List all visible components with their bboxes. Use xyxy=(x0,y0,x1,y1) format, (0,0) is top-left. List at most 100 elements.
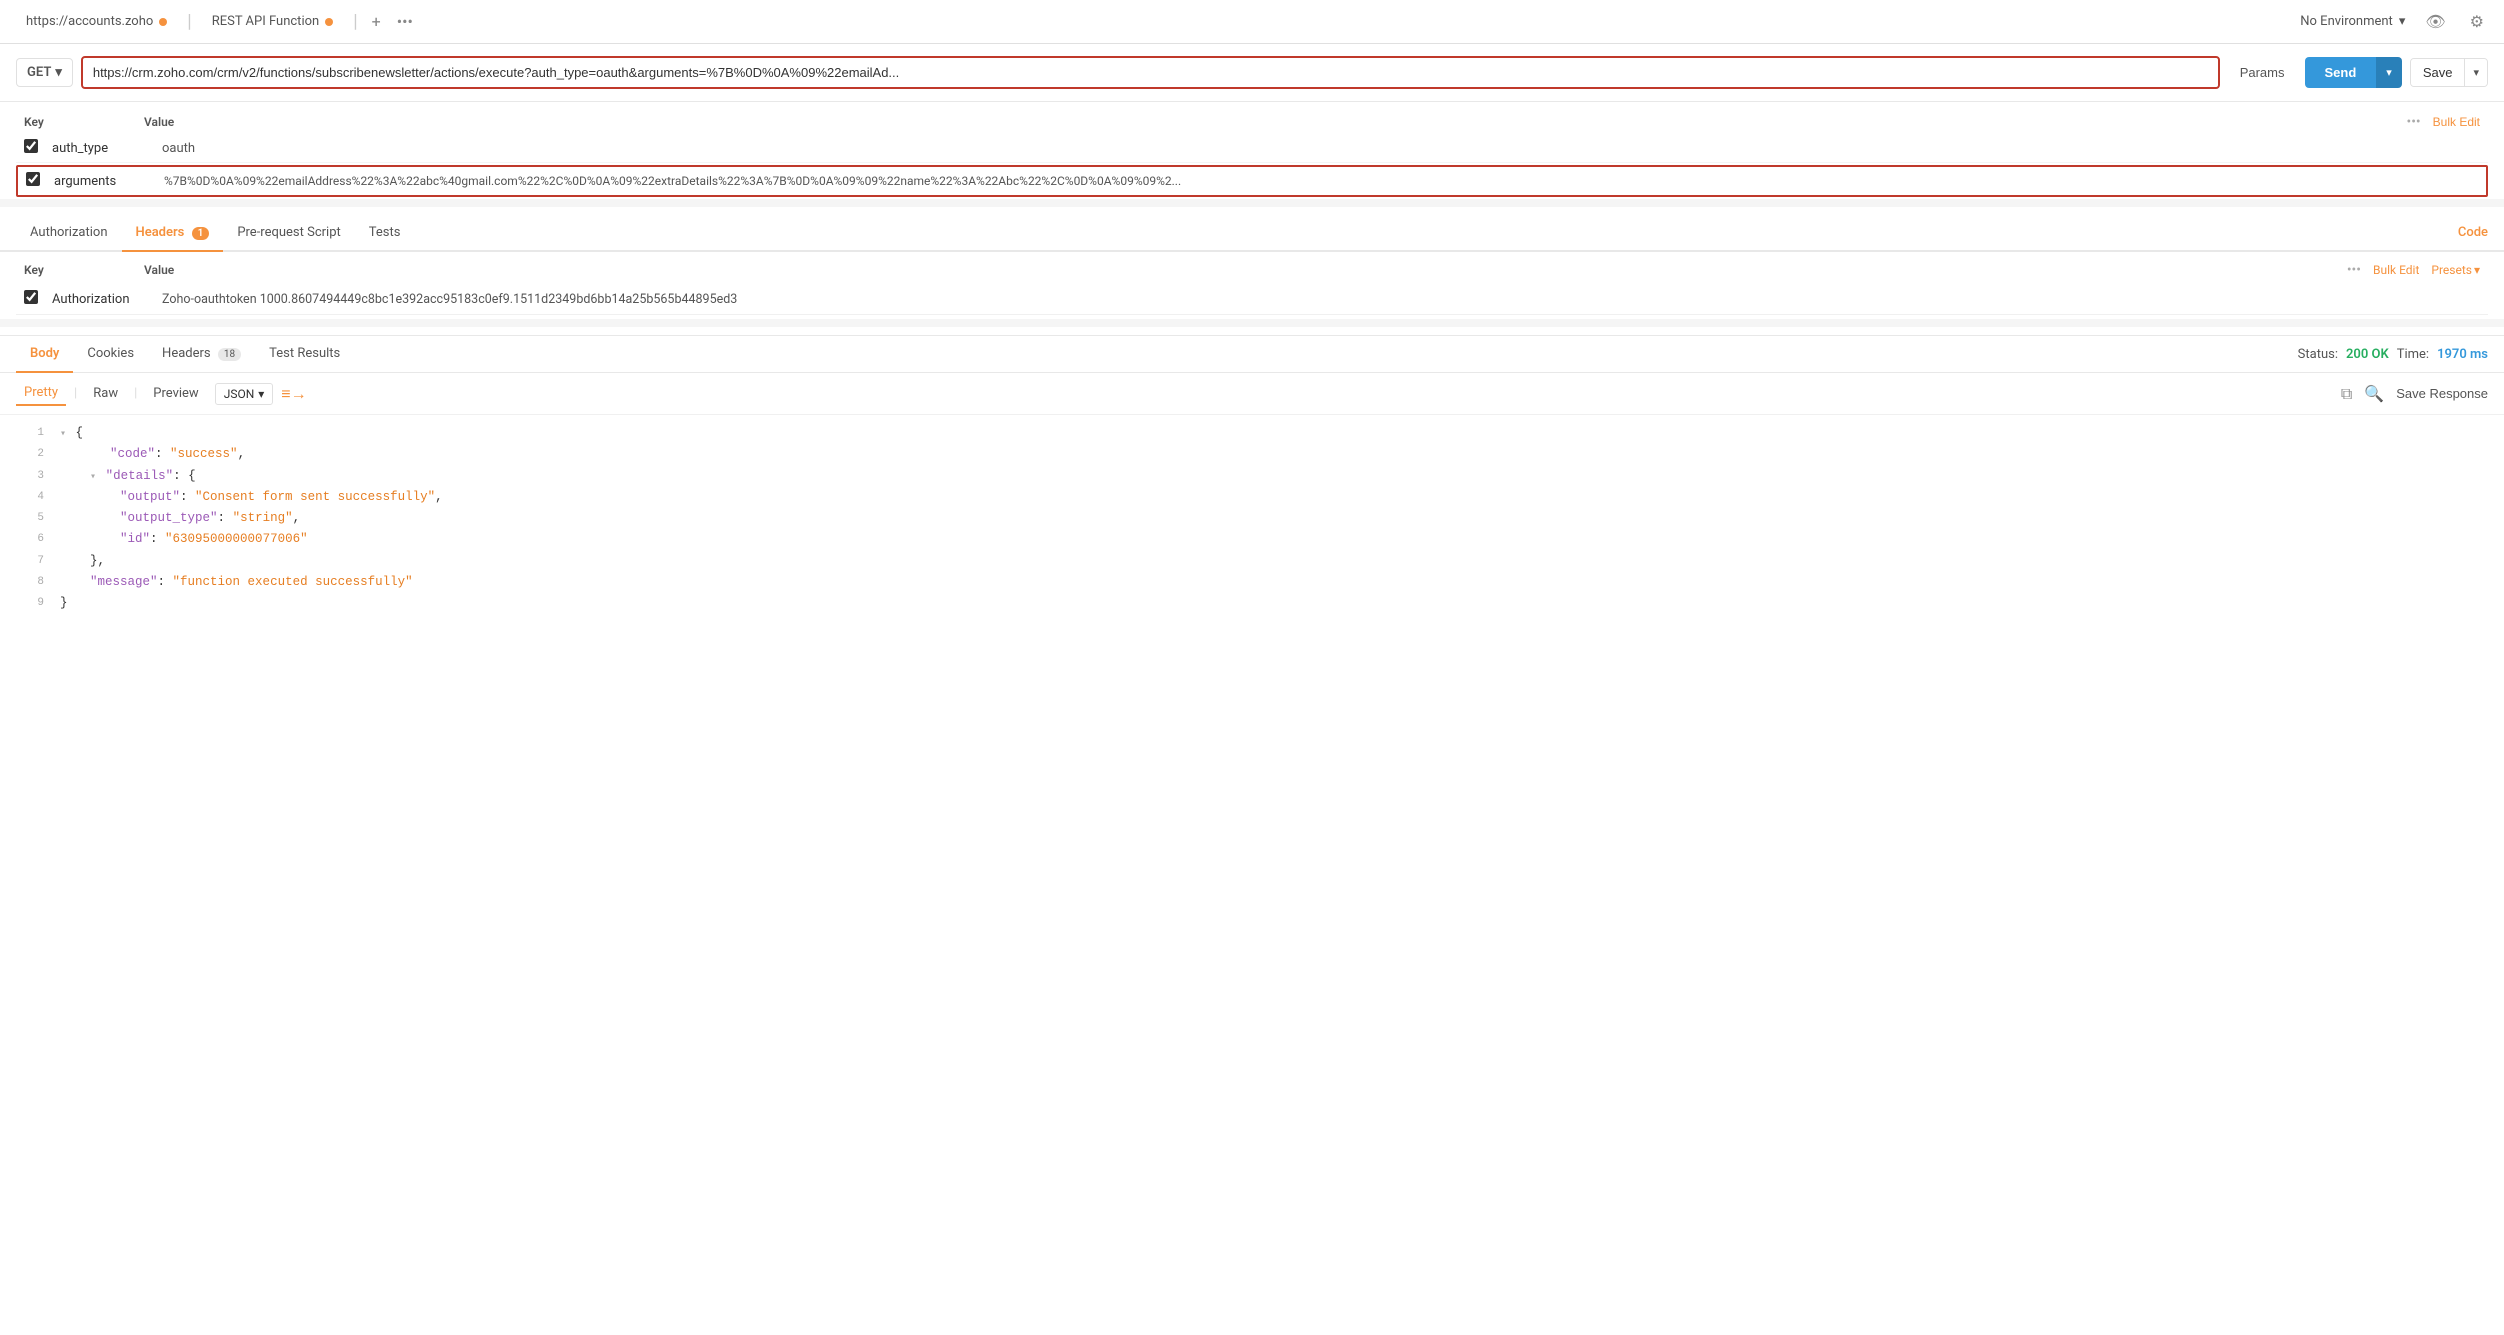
line-num-4: 4 xyxy=(16,487,44,507)
response-body-right: ⧉ 🔍 Save Response xyxy=(2341,384,2488,404)
status-value: 200 OK xyxy=(2346,347,2389,362)
params-header-actions: ••• Bulk Edit xyxy=(2406,114,2480,130)
row1-checkbox[interactable] xyxy=(24,139,38,153)
tab-url-label: https://accounts.zoho xyxy=(26,14,153,29)
more-tabs-icon[interactable]: ••• xyxy=(393,8,417,35)
send-dropdown[interactable]: ▾ xyxy=(2376,57,2402,88)
response-tab-body[interactable]: Body xyxy=(16,336,73,373)
tab-pre-request-script[interactable]: Pre-request Script xyxy=(223,215,354,252)
response-tab-cookies[interactable]: Cookies xyxy=(73,336,148,373)
json-line-7: 7 }, xyxy=(0,551,2504,572)
json-line-4: 4 "output": "Consent form sent successfu… xyxy=(0,487,2504,508)
status-label: Status: xyxy=(2298,347,2338,362)
json-line-6: 6 "id": "63095000000077006" xyxy=(0,529,2504,550)
json-line-5: 5 "output_type": "string", xyxy=(0,508,2504,529)
gear-icon[interactable]: ⚙ xyxy=(2466,8,2488,35)
env-label: No Environment xyxy=(2300,14,2393,29)
response-tabs-bar: Body Cookies Headers 18 Test Results Sta… xyxy=(0,336,2504,373)
eye-icon[interactable]: 👁 xyxy=(2421,8,2449,35)
tab-zoho-accounts[interactable]: https://accounts.zoho xyxy=(16,10,177,33)
search-icon[interactable]: 🔍 xyxy=(2364,384,2384,403)
headers-badge: 1 xyxy=(192,227,210,240)
body-tab-preview[interactable]: Preview xyxy=(145,382,206,405)
response-tab-headers[interactable]: Headers 18 xyxy=(148,336,255,373)
response-section: Body Cookies Headers 18 Test Results Sta… xyxy=(0,335,2504,622)
send-button-group: Send ▾ xyxy=(2305,57,2402,88)
json-response-area: 1 ▾ { 2 "code": "success", 3 ▾ "details"… xyxy=(0,415,2504,622)
row1-value: oauth xyxy=(162,141,195,156)
method-selector[interactable]: GET ▾ xyxy=(16,58,73,87)
params-key-header: Key xyxy=(24,115,144,129)
tab-authorization[interactable]: Authorization xyxy=(16,215,122,252)
tab-headers[interactable]: Headers 1 xyxy=(122,215,224,252)
headers-presets[interactable]: Presets ▾ xyxy=(2431,263,2480,277)
line-num-1: 1 xyxy=(16,423,44,443)
save-response-button[interactable]: Save Response xyxy=(2396,386,2488,401)
method-label: GET xyxy=(27,65,51,80)
row2-key: arguments xyxy=(54,174,164,189)
time-value: 1970 ms xyxy=(2437,347,2488,362)
row1-checkbox-cell[interactable] xyxy=(24,139,52,157)
format-chevron: ▾ xyxy=(258,387,264,401)
response-body-bar: Pretty | Raw | Preview JSON ▾ ≡→ ⧉ 🔍 Sav… xyxy=(0,373,2504,415)
response-status-bar: Status: 200 OK Time: 1970 ms xyxy=(2298,347,2488,362)
json-line-2: 2 "code": "success", xyxy=(0,444,2504,465)
tab2-dot xyxy=(325,18,333,26)
wrap-icon[interactable]: ≡→ xyxy=(281,384,306,404)
table-row: arguments %7B%0D%0A%09%22emailAddress%22… xyxy=(16,165,2488,197)
headers-section: Key Value ••• Bulk Edit Presets ▾ Author… xyxy=(0,252,2504,319)
top-bar-right: No Environment ▾ 👁 ⚙ xyxy=(2300,8,2488,35)
response-tab-test-results[interactable]: Test Results xyxy=(255,336,354,373)
auth-row-checkbox[interactable] xyxy=(24,290,38,304)
line-num-7: 7 xyxy=(16,551,44,571)
tab-separator2: | xyxy=(353,11,357,32)
tab-rest-api-function[interactable]: REST API Function xyxy=(202,10,344,33)
env-chevron: ▾ xyxy=(2399,14,2406,29)
headers-value-header: Value xyxy=(144,263,174,277)
body-tab-raw[interactable]: Raw xyxy=(85,382,126,405)
tab-separator: | xyxy=(187,11,191,32)
save-dropdown[interactable]: ▾ xyxy=(2464,59,2487,86)
json-line-9: 9 } xyxy=(0,593,2504,614)
environment-selector[interactable]: No Environment ▾ xyxy=(2300,14,2405,29)
line-num-2: 2 xyxy=(16,444,44,464)
auth-row-checkbox-cell[interactable] xyxy=(24,290,52,308)
send-button[interactable]: Send xyxy=(2305,57,2377,88)
request-bar: GET ▾ Params Send ▾ Save ▾ xyxy=(0,44,2504,102)
format-selector[interactable]: JSON ▾ xyxy=(215,383,274,405)
top-bar: https://accounts.zoho | REST API Functio… xyxy=(0,0,2504,44)
row2-value: %7B%0D%0A%09%22emailAddress%22%3A%22abc%… xyxy=(164,174,1181,188)
add-tab-icon[interactable]: + xyxy=(368,8,385,35)
copy-icon[interactable]: ⧉ xyxy=(2341,384,2352,404)
tab-tests[interactable]: Tests xyxy=(355,215,415,252)
line-num-3: 3 xyxy=(16,466,44,486)
row2-checkbox[interactable] xyxy=(26,172,40,186)
params-bulk-edit-button[interactable]: Bulk Edit xyxy=(2433,115,2480,129)
params-button[interactable]: Params xyxy=(2228,59,2297,86)
line-num-8: 8 xyxy=(16,572,44,592)
json-line-3: 3 ▾ "details": { xyxy=(0,466,2504,487)
headers-bulk-edit[interactable]: Bulk Edit xyxy=(2373,263,2419,277)
table-row: Authorization Zoho-oauthtoken 1000.86074… xyxy=(16,284,2488,315)
params-more-icon[interactable]: ••• xyxy=(2406,114,2420,130)
params-value-header: Value xyxy=(144,115,174,129)
request-tabs-bar: Authorization Headers 1 Pre-request Scri… xyxy=(0,215,2504,252)
row1-key: auth_type xyxy=(52,141,162,156)
headers-actions: ••• Bulk Edit Presets ▾ xyxy=(2347,262,2480,278)
row2-checkbox-cell[interactable] xyxy=(26,172,54,190)
table-row: auth_type oauth xyxy=(16,134,2488,163)
auth-header-value: Zoho-oauthtoken 1000.8607494449c8bc1e392… xyxy=(162,292,737,307)
json-line-1: 1 ▾ { xyxy=(0,423,2504,444)
save-button[interactable]: Save xyxy=(2411,59,2465,86)
tab1-dot xyxy=(159,18,167,26)
headers-more-icon[interactable]: ••• xyxy=(2347,262,2361,278)
response-headers-badge: 18 xyxy=(218,348,241,361)
time-label: Time: xyxy=(2397,347,2429,362)
body-tab-pretty[interactable]: Pretty xyxy=(16,381,66,406)
auth-header-key: Authorization xyxy=(52,292,162,307)
format-label: JSON xyxy=(224,387,255,401)
save-button-group: Save ▾ xyxy=(2410,58,2488,87)
tab2-label: REST API Function xyxy=(212,14,320,29)
code-link[interactable]: Code xyxy=(2458,225,2488,240)
url-input[interactable] xyxy=(81,56,2220,89)
